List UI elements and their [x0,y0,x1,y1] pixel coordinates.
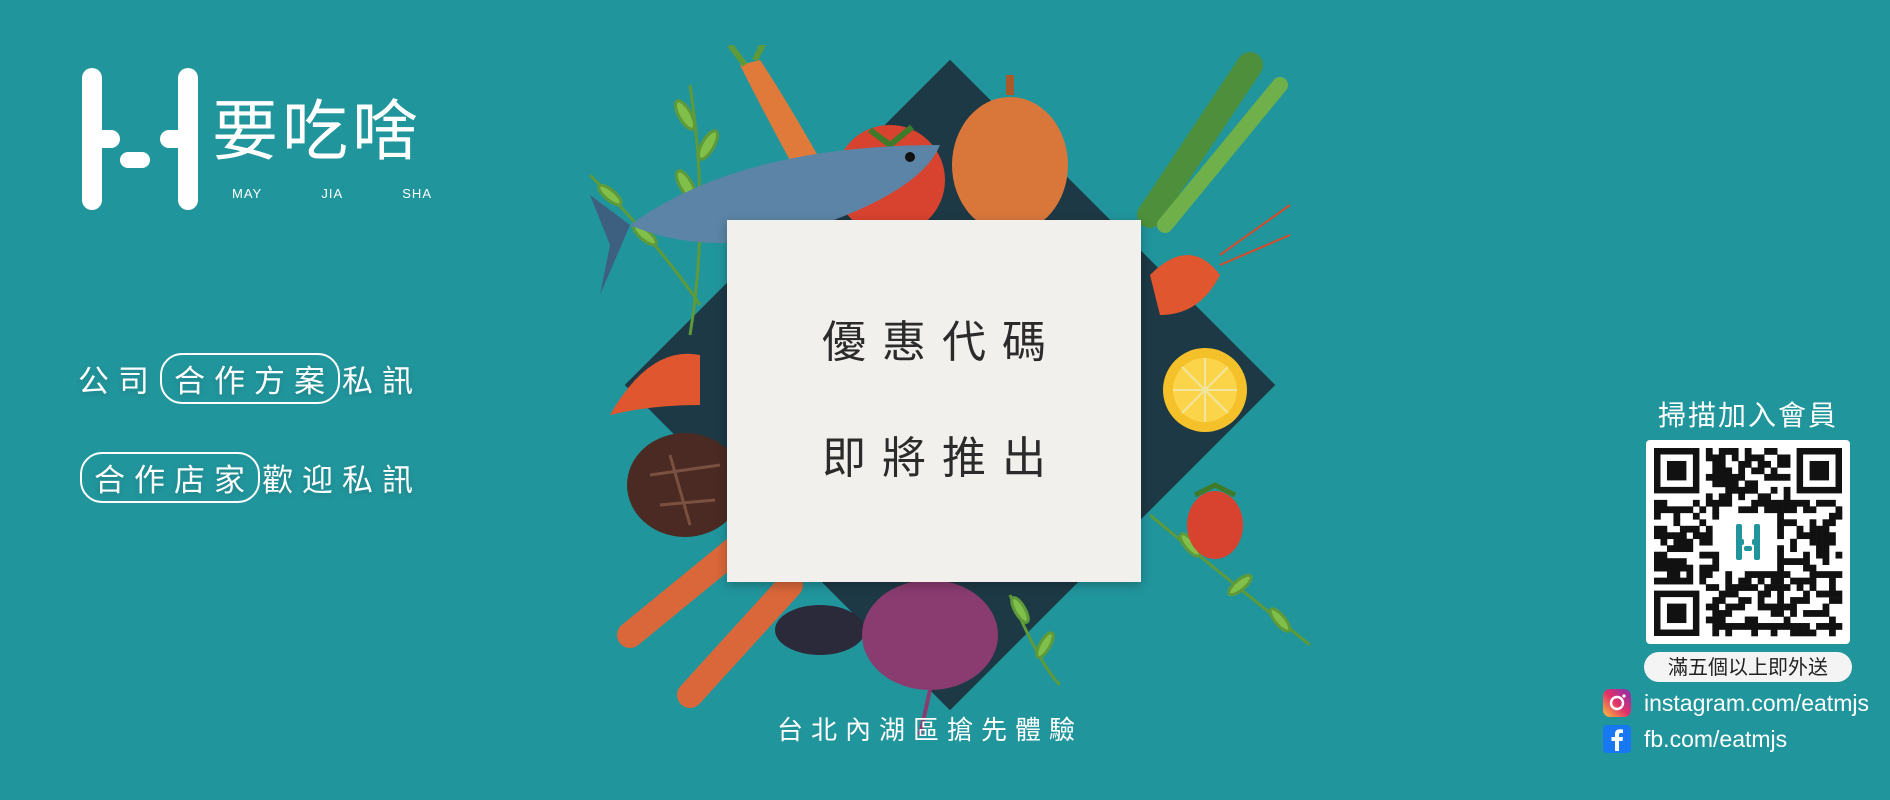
brand-roman-1: MAY [232,186,263,201]
qr-code[interactable] [1646,440,1850,644]
promo1-after: 私訊 [342,364,422,400]
logo-mark-icon [82,68,198,210]
qr-code-icon [1654,448,1843,637]
brand-name: 要吃啥 [212,93,422,170]
promo1-before: 公司 [78,364,158,400]
promo1-boxed: 合作方案 [160,353,340,404]
member-title: 掃描加入會員 [1657,399,1838,432]
card-line-2: 即將推出 [822,433,1062,484]
promo2-boxed: 合作店家 [80,452,260,503]
brand-roman-2: JIA [321,186,344,201]
brand-roman-3: SHA [402,186,432,201]
delivery-badge: 滿五個以上即外送 [1644,652,1852,682]
card-line-1: 優惠代碼 [822,317,1062,368]
instagram-link[interactable]: instagram.com/eatmjs [1602,688,1869,718]
promo-line-company: 公司 合作方案 私訊 [78,353,422,404]
instagram-icon [1603,689,1631,717]
location-text: 台北內湖區搶先體驗 [776,716,1083,746]
qr-center-logo [1736,524,1760,560]
facebook-link[interactable]: fb.com/eatmjs [1602,724,1787,754]
facebook-url[interactable]: fb.com/eatmjs [1644,726,1787,753]
promo-line-stores: 合作店家 歡迎私訊 [78,452,422,503]
mussel [775,605,865,655]
onion [952,97,1068,233]
instagram-url[interactable]: instagram.com/eatmjs [1644,690,1869,717]
beet [862,580,998,690]
bread [627,433,743,537]
facebook-icon [1603,725,1631,753]
member-section: 掃描加入會員 滿五個以上即外送 [1642,394,1854,682]
leek [1137,52,1288,233]
strawberry [1187,491,1243,559]
coupon-card: 優惠代碼 即將推出 [727,220,1141,582]
brand-logo: 要吃啥 MAY JIA SHA [80,68,460,218]
promo2-after: 歡迎私訊 [262,463,422,499]
brand-roman: MAY JIA SHA [232,186,432,201]
